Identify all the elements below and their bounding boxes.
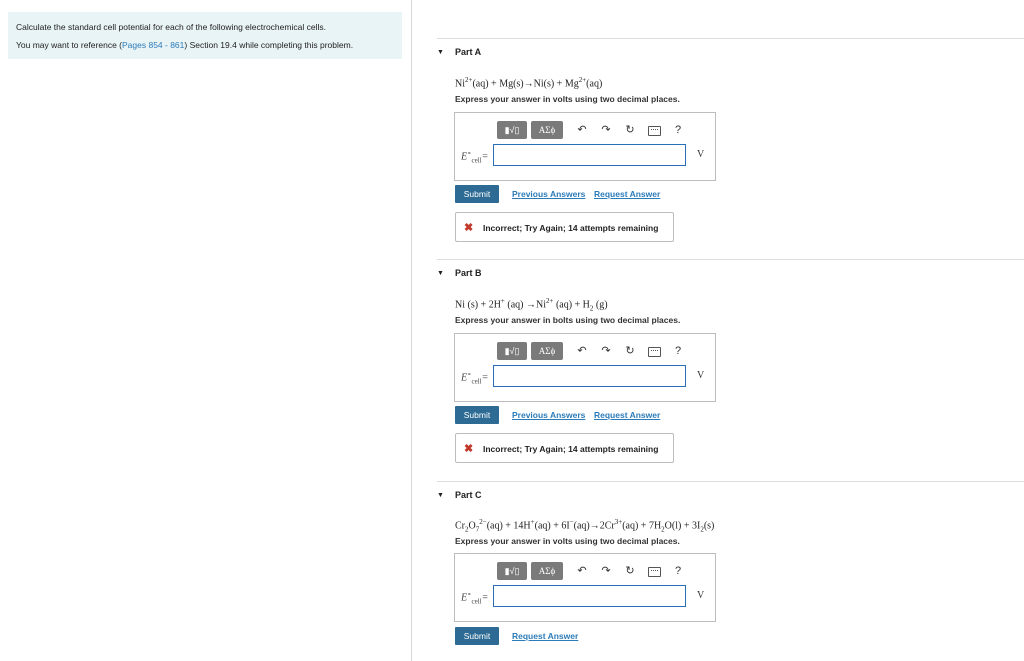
equation-part-c: Cr2O72−(aq) + 14H+(aq) + 6I−(aq)→2Cr3+(a… [455,518,715,534]
greek-symbols-button[interactable]: ΑΣϕ [531,342,563,360]
collapse-triangle-icon[interactable]: ▼ [437,49,444,56]
instructions-text: Calculate the standard cell potential fo… [16,22,326,32]
feedback-incorrect: ✖ Incorrect; Try Again; 14 attempts rema… [455,212,674,242]
answer-instruction: Express your answer in volts using two d… [455,94,680,104]
help-icon[interactable]: ? [671,343,685,359]
collapse-triangle-icon[interactable]: ▼ [437,270,444,277]
instructions-panel: Calculate the standard cell potential fo… [8,12,402,59]
unit-label: V [697,149,705,160]
redo-icon[interactable]: ↷ [599,343,613,359]
collapse-triangle-icon[interactable]: ▼ [437,492,444,499]
part-title: Part B [455,268,482,278]
answer-box-part-c: ▮√▯ ΑΣϕ ↶ ↷ ↻ ? E∘cell= V [454,553,716,622]
x-mark-icon: ✖ [464,443,474,455]
answer-input[interactable] [493,585,686,607]
ecell-label: E∘cell= [461,149,489,165]
unit-label: V [697,370,705,381]
reset-icon[interactable]: ↻ [623,563,637,579]
keyboard-icon[interactable] [648,567,661,577]
answer-input[interactable] [493,144,686,166]
part-c-header[interactable]: ▼ Part C [437,481,1024,510]
reset-icon[interactable]: ↻ [623,343,637,359]
undo-icon[interactable]: ↶ [575,563,589,579]
previous-answers-link[interactable]: Previous Answers [512,410,585,420]
x-mark-icon: ✖ [464,222,474,234]
submit-button[interactable]: Submit [455,627,499,645]
math-toolbar: ▮√▯ ΑΣϕ ↶ ↷ ↻ ? [495,121,691,139]
previous-answers-link[interactable]: Previous Answers [512,189,585,199]
template-icon[interactable]: ▮√▯ [497,342,527,360]
template-icon[interactable]: ▮√▯ [497,121,527,139]
part-a-header[interactable]: ▼ Part A [437,38,1024,67]
ecell-label: E∘cell= [461,590,489,606]
answer-box-part-a: ▮√▯ ΑΣϕ ↶ ↷ ↻ ? E∘cell= V [454,112,716,181]
equation-part-b: Ni (s) + 2H+ (aq) →Ni2+ (aq) + H2 (g) [455,297,608,313]
part-b-header[interactable]: ▼ Part B [437,259,1024,288]
request-answer-link[interactable]: Request Answer [594,189,660,199]
redo-icon[interactable]: ↷ [599,563,613,579]
request-answer-link[interactable]: Request Answer [594,410,660,420]
math-toolbar: ▮√▯ ΑΣϕ ↶ ↷ ↻ ? [495,342,691,360]
submit-button[interactable]: Submit [455,406,499,424]
undo-icon[interactable]: ↶ [575,343,589,359]
column-divider [411,0,412,661]
answer-instruction: Express your answer in volts using two d… [455,536,680,546]
redo-icon[interactable]: ↷ [599,122,613,138]
equation-part-a: Ni2+(aq) + Mg(s)→Ni(s) + Mg2+(aq) [455,76,603,90]
reset-icon[interactable]: ↻ [623,122,637,138]
answer-box-part-b: ▮√▯ ΑΣϕ ↶ ↷ ↻ ? E∘cell= V [454,333,716,402]
greek-symbols-button[interactable]: ΑΣϕ [531,562,563,580]
greek-symbols-button[interactable]: ΑΣϕ [531,121,563,139]
ecell-label: E∘cell= [461,370,489,386]
submit-button[interactable]: Submit [455,185,499,203]
unit-label: V [697,590,705,601]
help-icon[interactable]: ? [671,563,685,579]
math-toolbar: ▮√▯ ΑΣϕ ↶ ↷ ↻ ? [495,562,691,580]
template-icon[interactable]: ▮√▯ [497,562,527,580]
part-title: Part C [455,490,482,500]
part-title: Part A [455,47,482,57]
reference-text: You may want to reference (Pages 854 - 8… [16,40,354,50]
undo-icon[interactable]: ↶ [575,122,589,138]
keyboard-icon[interactable] [648,347,661,357]
answer-instruction: Express your answer in bolts using two d… [455,315,681,325]
reference-pages-link[interactable]: Pages 854 - 861 [122,40,184,50]
help-icon[interactable]: ? [671,122,685,138]
answer-input[interactable] [493,365,686,387]
keyboard-icon[interactable] [648,126,661,136]
request-answer-link[interactable]: Request Answer [512,631,578,641]
feedback-incorrect: ✖ Incorrect; Try Again; 14 attempts rema… [455,433,674,463]
